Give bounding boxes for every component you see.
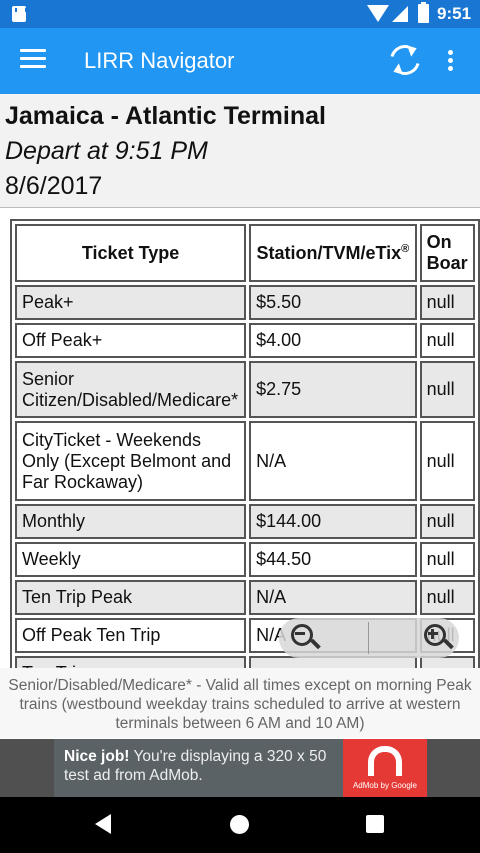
onboard-fare-cell: null bbox=[419, 504, 475, 539]
station-fare-cell: $2.75 bbox=[249, 361, 417, 418]
zoom-out-icon[interactable] bbox=[289, 622, 321, 654]
zoom-in-icon[interactable] bbox=[422, 622, 454, 654]
ticket-type-cell: Off Peak Ten Trip bbox=[15, 618, 247, 653]
station-fare-cell: N/A bbox=[249, 421, 417, 501]
route-title: Jamaica - Atlantic Terminal bbox=[5, 102, 326, 130]
zoom-controls bbox=[279, 618, 459, 658]
hamburger-menu-icon[interactable] bbox=[20, 49, 46, 71]
table-row: CityTicket - Weekends Only (Except Belmo… bbox=[15, 421, 475, 501]
table-row: Monthly $144.00 null bbox=[15, 504, 475, 539]
header-station: Station/TVM/eTix® bbox=[249, 224, 417, 282]
ad-banner[interactable]: Nice job! You're displaying a 320 x 50 t… bbox=[54, 739, 427, 797]
status-bar: 9:51 bbox=[0, 0, 480, 28]
ticket-type-cell: Peak+ bbox=[15, 285, 247, 320]
battery-icon bbox=[418, 2, 429, 23]
admob-logo: AdMob by Google bbox=[343, 739, 427, 797]
cell-signal-icon bbox=[392, 6, 408, 22]
sd-card-icon bbox=[12, 6, 27, 22]
station-fare-cell: N/A bbox=[249, 580, 417, 615]
station-fare-cell: $44.50 bbox=[249, 542, 417, 577]
admob-logo-caption: AdMob by Google bbox=[352, 781, 418, 790]
more-options-icon[interactable] bbox=[448, 50, 454, 72]
ticket-type-cell: Senior Citizen/Disabled/Medicare* bbox=[15, 361, 247, 418]
app-bar: LIRR Navigator bbox=[0, 28, 480, 94]
table-row: Senior Citizen/Disabled/Medicare* $2.75 … bbox=[15, 361, 475, 418]
ticket-type-cell: Off Peak+ bbox=[15, 323, 247, 358]
depart-time: Depart at 9:51 PM bbox=[5, 137, 208, 165]
wifi-icon bbox=[367, 5, 389, 22]
onboard-fare-cell: null bbox=[419, 361, 475, 418]
onboard-fare-cell: null bbox=[419, 580, 475, 615]
fare-table-container[interactable]: Ticket Type Station/TVM/eTix® On Boar Pea… bbox=[0, 209, 480, 669]
ticket-type-cell: Ten Trip Peak bbox=[15, 580, 247, 615]
recent-apps-icon[interactable] bbox=[366, 815, 384, 833]
table-row: Peak+ $5.50 null bbox=[15, 285, 475, 320]
onboard-fare-cell: null bbox=[419, 421, 475, 501]
admob-logo-icon bbox=[368, 746, 402, 776]
onboard-fare-cell: null bbox=[419, 285, 475, 320]
trip-header: Jamaica - Atlantic Terminal Depart at 9:… bbox=[0, 94, 480, 208]
onboard-fare-cell: null bbox=[419, 542, 475, 577]
table-row: Off Peak+ $4.00 null bbox=[15, 323, 475, 358]
status-time: 9:51 bbox=[437, 4, 472, 23]
ad-text: Nice job! You're displaying a 320 x 50 t… bbox=[64, 748, 327, 784]
back-icon[interactable] bbox=[95, 814, 111, 834]
app-title: LIRR Navigator bbox=[84, 48, 235, 73]
header-ticket-type: Ticket Type bbox=[15, 224, 247, 282]
header-onboard: On Boar bbox=[419, 224, 475, 282]
ticket-type-cell: Weekly bbox=[15, 542, 247, 577]
table-row: Weekly $44.50 null bbox=[15, 542, 475, 577]
ticket-type-cell: CityTicket - Weekends Only (Except Belmo… bbox=[15, 421, 247, 501]
table-header-row: Ticket Type Station/TVM/eTix® On Boar bbox=[15, 224, 475, 282]
ad-banner-area: Nice job! You're displaying a 320 x 50 t… bbox=[0, 739, 480, 797]
onboard-fare-cell: null bbox=[419, 323, 475, 358]
zoom-divider bbox=[368, 622, 369, 654]
fare-footnote: Senior/Disabled/Medicare* - Valid all ti… bbox=[0, 668, 480, 738]
home-icon[interactable] bbox=[230, 815, 249, 834]
trip-date: 8/6/2017 bbox=[5, 172, 103, 200]
system-nav-bar bbox=[0, 797, 480, 853]
station-fare-cell: $144.00 bbox=[249, 504, 417, 539]
fare-table: Ticket Type Station/TVM/eTix® On Boar Pea… bbox=[10, 219, 480, 669]
station-fare-cell: $4.00 bbox=[249, 323, 417, 358]
station-fare-cell: $5.50 bbox=[249, 285, 417, 320]
refresh-icon[interactable] bbox=[384, 39, 426, 81]
ticket-type-cell: Monthly bbox=[15, 504, 247, 539]
table-row: Ten Trip Peak N/A null bbox=[15, 580, 475, 615]
